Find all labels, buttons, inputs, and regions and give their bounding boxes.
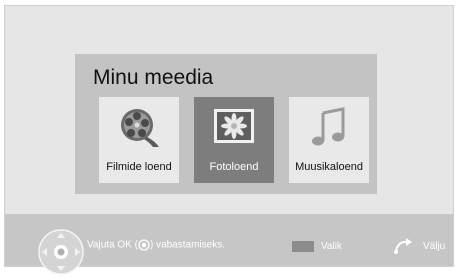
photo-icon: [214, 109, 254, 143]
tv-screen: Minu meedia Filmide loend Fotoloend Muus…: [4, 5, 454, 275]
hint-suffix: ) vabastamiseks.: [149, 239, 225, 251]
ok-hint: Vajuta OK ( ) vabastamiseks.: [87, 239, 225, 251]
tile-label: Filmide loend: [106, 161, 172, 173]
back-arrow-icon: [394, 238, 412, 254]
my-media-panel: Minu meedia Filmide loend Fotoloend Muus…: [75, 54, 377, 194]
panel-title: Minu meedia: [93, 66, 214, 89]
tile-music-list[interactable]: Muusikaloend: [289, 97, 369, 183]
dpad-icon: [38, 229, 84, 275]
footer-bar: Vajuta OK ( ) vabastamiseks. Valik Välju: [5, 214, 453, 275]
tile-movie-list[interactable]: Filmide loend: [99, 97, 179, 183]
color-key-icon: [292, 241, 314, 252]
exit-label[interactable]: Välju: [423, 241, 445, 252]
tile-label: Muusikaloend: [295, 161, 363, 173]
tile-label: Fotoloend: [209, 161, 259, 173]
music-note-icon: [312, 107, 345, 146]
film-reel-icon: [121, 109, 159, 147]
tile-photo-list[interactable]: Fotoloend: [194, 97, 274, 183]
hint-prefix: Vajuta OK (: [87, 239, 138, 251]
select-label: Valik: [321, 241, 342, 252]
ok-button-icon: [138, 239, 150, 251]
